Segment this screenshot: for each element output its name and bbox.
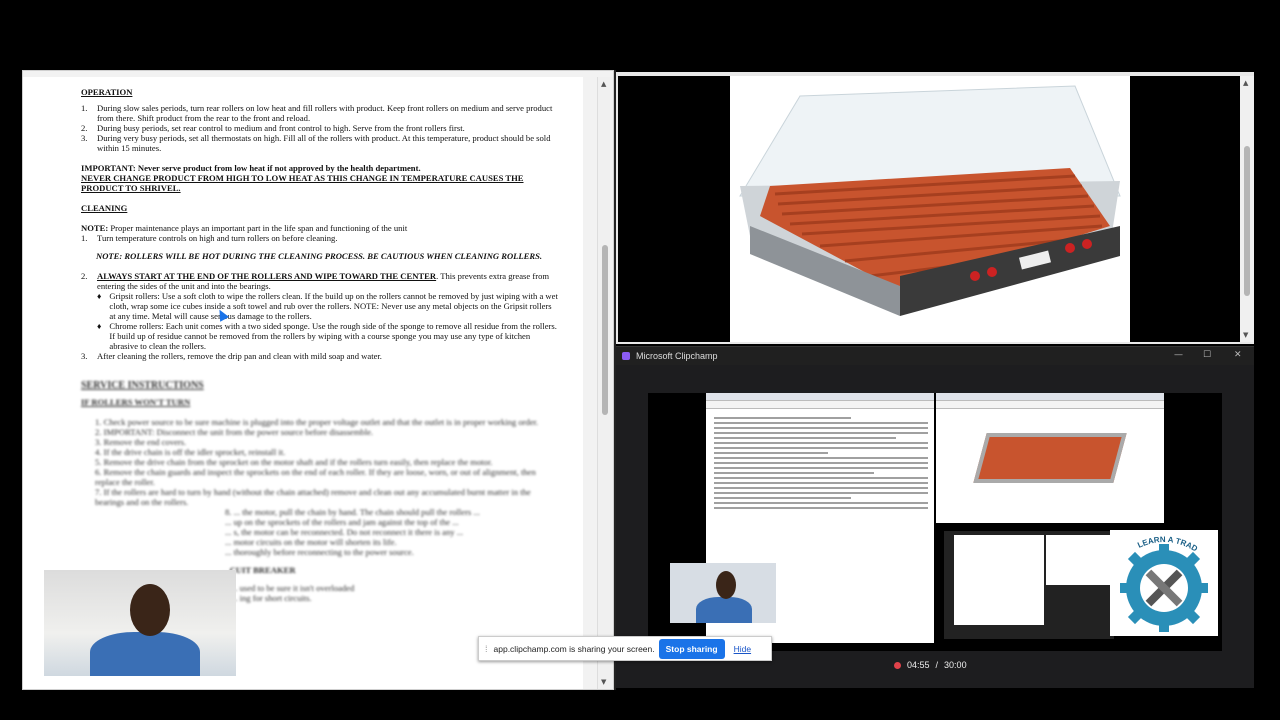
list-item: 3. After cleaning the rollers, remove the… [81,351,382,361]
list-item: 3. Remove the end covers. [95,437,187,447]
hide-button[interactable]: Hide [734,644,751,654]
list-item: 4. If the drive chain is off the idler s… [95,447,286,457]
bullet-item: ♦ Chrome rollers: Each unit comes with a … [97,321,557,351]
maintenance-note: NOTE: Proper maintenance plays an import… [81,223,408,233]
elapsed-time: 04:55 [907,660,930,670]
maximize-icon[interactable]: ☐ [1203,350,1211,360]
list-item: ... used to be sure it isn't overloaded [231,583,355,593]
stop-sharing-button[interactable]: Stop sharing [658,638,725,659]
clipchamp-app-icon [622,352,630,360]
scroll-up-icon[interactable]: ▲ [601,80,606,88]
webcam-person-head [130,584,170,636]
webcam-person-shirt [90,632,200,676]
service-list: 1. Check power source to be sure machine… [95,417,559,557]
scroll-thumb[interactable] [602,245,608,415]
cleaning-heading: CLEANING [81,203,128,213]
list-item: 2. During busy periods, set rear control … [81,123,465,133]
operation-heading: OPERATION [81,87,133,97]
logo-text: LEARN A TRADE [1107,523,1199,554]
svg-text:LEARN A TRADE: LEARN A TRADE [1110,530,1199,554]
time-separator: / [935,660,939,670]
hot-dog-roller-image [739,85,1121,316]
operation-list: 1. During slow sales periods, turn rear r… [81,103,559,153]
list-item: 8. ... the motor, pull the chain by hand… [225,507,480,517]
preview-product-thumbnail [973,433,1127,483]
service-subheading: IF ROLLERS WON'T TURN [81,397,191,407]
close-icon[interactable]: ✕ [1234,350,1242,360]
breaker-heading: ... CUIT BREAKER [221,565,296,575]
list-item: ... s, the motor can be reconnected. Do … [225,527,464,537]
hot-rollers-note: NOTE: ROLLERS WILL BE HOT DURING THE CLE… [96,251,543,261]
preview-image-window [936,393,1164,523]
drag-handle-icon[interactable]: ⁞ [485,644,488,654]
scroll-up-icon[interactable]: ▲ [1243,79,1248,87]
list-item: 5. Remove the drive chain from the sproc… [95,457,493,467]
scroll-thumb[interactable] [1244,146,1250,296]
never-change-warning: NEVER CHANGE PRODUCT FROM HIGH TO LOW HE… [81,173,524,193]
screen-share-notification: ⁞ app.clipchamp.com is sharing your scre… [478,636,772,661]
minimize-icon[interactable]: — [1174,350,1183,360]
scroll-down-icon[interactable]: ▼ [1243,331,1248,339]
product-image [618,76,1240,342]
list-item: ... up on the sprockets of the rollers a… [225,517,459,527]
preview-webcam [670,563,776,623]
webcam-overlay [44,570,236,676]
image-viewer: ▲ ▼ [616,72,1254,344]
list-item: ... ing for short circuits. [231,593,312,603]
recording-timer: 04:55 / 30:00 [894,660,967,670]
bullet-item: ♦ Gripsit rollers: Use a soft cloth to wi… [97,291,558,321]
list-item: 2. IMPORTANT: Disconnect the unit from t… [95,427,374,437]
service-heading: SERVICE INSTRUCTIONS [81,380,204,391]
list-item: 1. Check power source to be sure machine… [95,417,539,427]
list-item: 1. During slow sales periods, turn rear r… [81,103,553,123]
gear-tools-logo-icon: LEARN A TRADE [1107,523,1208,632]
important-note: IMPORTANT: Never serve product from low … [81,163,421,173]
list-item: 3. During very busy periods, set all ther… [81,133,551,153]
learn-a-trade-logo: LEARN A TRADE [1107,523,1218,636]
share-message: app.clipchamp.com is sharing your screen… [493,643,655,654]
record-indicator-icon [894,661,901,669]
list-item: 2. ALWAYS START AT THE END OF THE ROLLERS… [81,271,550,291]
preview-nested-screen [944,531,1114,639]
scroll-down-icon[interactable]: ▼ [601,678,606,686]
total-time: 30:00 [944,660,967,670]
image-scrollbar[interactable]: ▲ ▼ [1240,76,1254,342]
window-title: Microsoft Clipchamp [636,351,718,361]
document-scrollbar[interactable]: ▲ ▼ [597,77,613,689]
list-item: 1. Turn temperature controls on high and … [81,233,338,243]
list-item: ... motor circuits on the motor will sho… [225,537,397,547]
list-item: ... thoroughly before reconnecting to th… [225,547,414,557]
clipchamp-titlebar: Microsoft Clipchamp — ☐ ✕ [616,347,1254,365]
list-item: 7. If the rollers are hard to turn by ha… [95,487,531,507]
list-item: 6. Remove the chain guards and inspect t… [95,467,536,487]
